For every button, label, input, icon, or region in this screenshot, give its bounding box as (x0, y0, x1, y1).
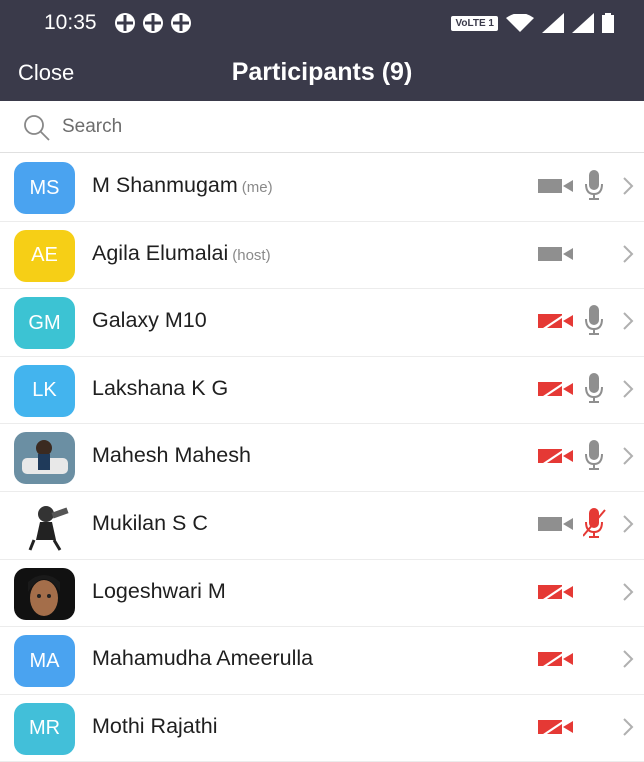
participant-name-wrap: Galaxy M10 (92, 308, 207, 333)
mic-icon (585, 372, 603, 403)
participant-row[interactable]: GM Galaxy M10 (0, 289, 644, 357)
participant-row[interactable]: Mukilan S C (0, 491, 644, 560)
avatar-initials: LK (32, 379, 57, 402)
video-on-icon (538, 179, 573, 193)
participant-role-tag: (me) (241, 179, 273, 196)
volte-badge: VoLTE 1 (451, 15, 498, 31)
avatar: MS (14, 162, 75, 214)
video-off-icon (538, 311, 574, 334)
mic-icon (585, 305, 603, 336)
video-off-icon (538, 716, 574, 739)
participant-name: M Shanmugam (92, 173, 238, 197)
avatar-initials: AE (31, 244, 58, 267)
participant-name: Mothi Rajathi (92, 713, 218, 738)
system-icons: VoLTE 1 (451, 13, 614, 33)
participant-name-wrap: Mahesh Mahesh (92, 443, 251, 468)
participant-name-wrap: Lakshana K G (92, 376, 228, 401)
avatar-initials: MS (29, 176, 60, 199)
participant-row[interactable]: MR Mothi Rajathi (0, 694, 644, 762)
video-off-icon (538, 378, 574, 401)
participant-name: Galaxy M10 (92, 308, 207, 333)
avatar: AE (14, 229, 75, 282)
participant-name: Lakshana K G (92, 375, 229, 400)
search-bar (0, 101, 644, 153)
notification-icon (171, 13, 191, 33)
nav-bar: Close Participants (9) (0, 48, 644, 101)
avatar (14, 432, 75, 485)
avatar-initials: MR (28, 717, 61, 740)
participant-name-wrap: M Shanmugam (me) (92, 173, 273, 198)
signal-icon (572, 13, 594, 33)
participant-row[interactable]: MA Mahamudha Ameerulla (0, 627, 644, 695)
participant-name: Agila Elumalai (92, 240, 229, 265)
video-on-icon (538, 516, 573, 531)
battery-icon (602, 13, 614, 33)
chevron-right-icon[interactable] (622, 514, 634, 534)
participant-list: MS M Shanmugam (me) AE Agila Elumalai (host) G… (0, 154, 644, 762)
participant-name-wrap: Mukilan S C (92, 511, 208, 536)
video-off-icon (538, 446, 574, 469)
mic-icon (585, 440, 603, 471)
notification-icon (143, 13, 163, 33)
status-time: 10:35 (44, 11, 97, 34)
notification-icon (115, 13, 135, 33)
participant-name: Logeshwari M (92, 578, 226, 603)
chevron-right-icon[interactable] (622, 649, 634, 669)
mic-icon (585, 170, 603, 200)
search-icon (24, 115, 50, 141)
video-off-icon (538, 649, 574, 672)
avatar-initials: GM (28, 311, 61, 334)
participant-name: Mukilan S C (92, 510, 208, 535)
participant-role-tag: (host) (232, 246, 271, 264)
avatar: GM (14, 297, 75, 350)
participant-name-wrap: Agila Elumalai (host) (92, 241, 271, 266)
signal-icon (542, 13, 564, 33)
participant-row[interactable]: Mahesh Mahesh (0, 424, 644, 492)
participant-row[interactable]: MS M Shanmugam (me) (0, 154, 644, 222)
avatar: LK (14, 364, 75, 417)
participant-name-wrap: Mothi Rajathi (92, 714, 217, 739)
chevron-right-icon[interactable] (622, 379, 634, 399)
notification-icons (114, 12, 192, 34)
participant-row[interactable]: LK Lakshana K G (0, 356, 644, 425)
chevron-right-icon[interactable] (622, 582, 634, 602)
chevron-right-icon[interactable] (622, 311, 634, 331)
avatar (14, 499, 75, 552)
participant-row[interactable]: Logeshwari M (0, 559, 644, 628)
video-off-icon (538, 581, 574, 604)
participant-row[interactable]: AE Agila Elumalai (host) (0, 221, 644, 290)
status-bar: 10:35 VoLTE 1 (0, 0, 644, 48)
page-title: Participants (9) (231, 58, 413, 86)
wifi-icon (506, 14, 534, 32)
avatar (14, 567, 75, 620)
avatar-initials: MA (29, 649, 60, 672)
participant-name-wrap: Logeshwari M (92, 579, 226, 604)
chevron-right-icon[interactable] (622, 446, 634, 466)
mic-muted-icon (583, 507, 606, 538)
participant-name: Mahamudha Ameerulla (92, 646, 314, 671)
participant-name: Mahesh Mahesh (92, 443, 251, 468)
participant-name-wrap: Mahamudha Ameerulla (92, 646, 313, 671)
avatar: MA (14, 635, 75, 688)
chevron-right-icon[interactable] (622, 717, 634, 737)
video-on-icon (538, 246, 573, 261)
avatar: MR (14, 702, 75, 755)
chevron-right-icon[interactable] (622, 176, 634, 196)
chevron-right-icon[interactable] (622, 244, 634, 264)
search-input[interactable] (62, 111, 622, 143)
